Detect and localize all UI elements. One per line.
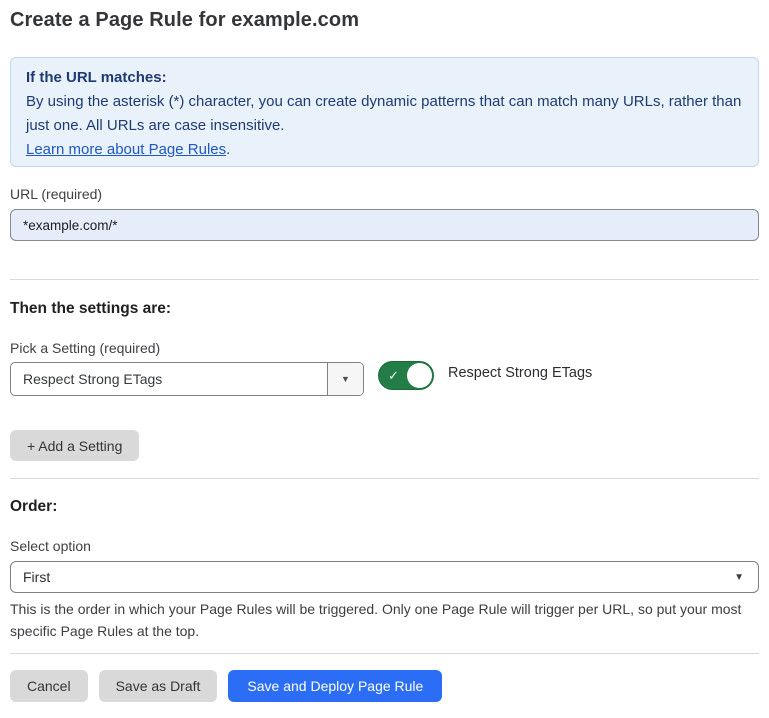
order-select[interactable]: First ▼ xyxy=(10,561,759,593)
divider xyxy=(10,653,759,654)
url-input[interactable] xyxy=(10,209,759,241)
url-field-label: URL (required) xyxy=(10,186,102,202)
chevron-down-icon[interactable]: ▼ xyxy=(327,363,363,395)
etag-toggle[interactable]: ✓ xyxy=(378,361,434,390)
link-suffix: . xyxy=(226,141,230,158)
cancel-button[interactable]: Cancel xyxy=(10,670,88,702)
learn-more-link[interactable]: Learn more about Page Rules xyxy=(26,141,226,158)
info-box-body: By using the asterisk (*) character, you… xyxy=(26,90,743,138)
url-match-info-box: If the URL matches: By using the asteris… xyxy=(10,57,759,167)
order-select-label: Select option xyxy=(10,538,91,554)
order-help-text: This is the order in which your Page Rul… xyxy=(10,598,757,642)
setting-select-value: Respect Strong ETags xyxy=(11,363,327,395)
info-box-heading: If the URL matches: xyxy=(26,66,743,90)
pick-setting-label: Pick a Setting (required) xyxy=(10,340,160,356)
footer-actions: Cancel Save as Draft Save and Deploy Pag… xyxy=(10,670,442,702)
order-select-value: First xyxy=(23,569,50,585)
order-section-heading: Order: xyxy=(10,498,57,516)
page-title: Create a Page Rule for example.com xyxy=(10,9,359,32)
chevron-down-icon: ▼ xyxy=(734,572,744,583)
info-box-link-line: Learn more about Page Rules. xyxy=(26,138,743,162)
save-draft-button[interactable]: Save as Draft xyxy=(99,670,218,702)
setting-select[interactable]: Respect Strong ETags ▼ xyxy=(10,362,364,396)
add-setting-button[interactable]: + Add a Setting xyxy=(10,430,139,461)
toggle-knob xyxy=(407,363,432,388)
etag-toggle-label: Respect Strong ETags xyxy=(448,365,592,381)
save-deploy-button[interactable]: Save and Deploy Page Rule xyxy=(228,670,442,702)
divider xyxy=(10,478,759,479)
settings-section-heading: Then the settings are: xyxy=(10,300,171,318)
check-icon: ✓ xyxy=(388,369,399,382)
divider xyxy=(10,279,759,280)
